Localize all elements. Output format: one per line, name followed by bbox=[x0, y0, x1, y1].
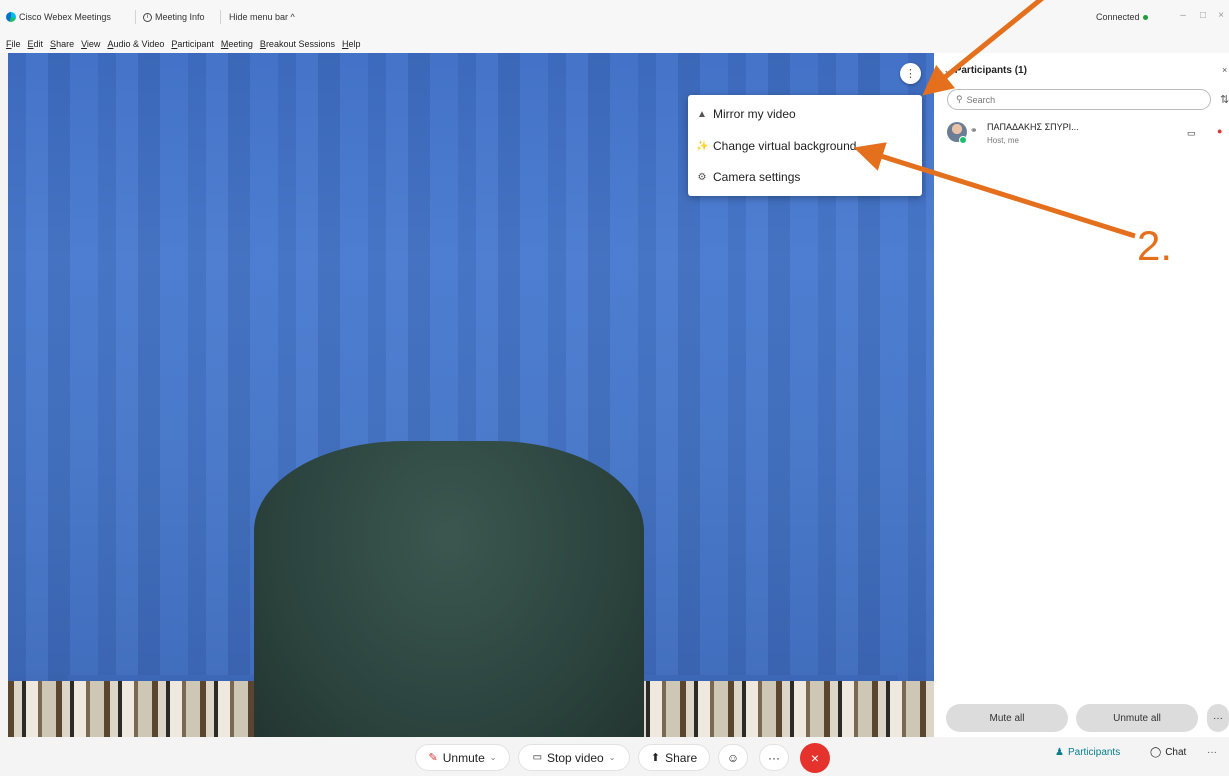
menu-help[interactable]: Help bbox=[342, 39, 361, 49]
close-panel-icon[interactable]: × bbox=[1222, 65, 1227, 75]
webex-logo-icon bbox=[6, 12, 16, 22]
muted-mic-icon: ● bbox=[1217, 126, 1223, 136]
participants-panel-header[interactable]: ⌄ Participants (1) bbox=[944, 65, 1027, 76]
chat-label: Chat bbox=[1165, 747, 1187, 758]
gear-icon: ⚙ bbox=[697, 171, 707, 183]
menu-item-label: Mirror my video bbox=[713, 107, 796, 121]
connection-status: Connected bbox=[1096, 12, 1148, 22]
more-vertical-icon: ⋮ bbox=[905, 68, 916, 80]
annotation-step-label: 2. bbox=[1137, 222, 1173, 269]
end-meeting-button[interactable]: × bbox=[800, 743, 830, 773]
chevron-down-icon: ⌄ bbox=[944, 66, 951, 75]
chat-button[interactable]: ◯ Chat bbox=[1150, 747, 1186, 758]
meeting-control-bar: ✎ Unmute ⌄ ▭ Stop video ⌄ ⬆ Share ☺ ··· … bbox=[0, 737, 1229, 776]
menu-item-mirror-video[interactable]: ▲ Mirror my video bbox=[696, 107, 796, 121]
minimize-icon[interactable]: – bbox=[1175, 10, 1191, 21]
magic-wand-icon: ✨ bbox=[696, 140, 709, 152]
participant-row[interactable]: ⚭ ΠΑΠΑΔΑΚΗΣ ΣΠΥΡΙ... Host, me ▭ ● bbox=[947, 119, 1227, 149]
close-icon: × bbox=[810, 750, 820, 766]
share-button[interactable]: ⬆ Share bbox=[638, 744, 710, 771]
menu-breakout-sessions[interactable]: Breakout Sessions bbox=[260, 39, 335, 49]
menu-audio-video[interactable]: Audio & Video bbox=[107, 39, 164, 49]
more-horizontal-icon: ··· bbox=[768, 750, 780, 765]
unmute-button[interactable]: ✎ Unmute ⌄ bbox=[415, 744, 510, 771]
sort-icon[interactable]: ⇅ bbox=[1220, 93, 1229, 106]
camera-icon: ▭ bbox=[1187, 128, 1196, 138]
participants-panel: ⌄ Participants (1) × ⚲ Search ⇅ ⚭ ΠΑΠΑΔΑ… bbox=[934, 53, 1229, 737]
video-options-menu: ▲ Mirror my video ✨ Change virtual backg… bbox=[688, 95, 922, 196]
chair bbox=[254, 441, 644, 737]
emoji-icon: ☺ bbox=[726, 750, 740, 765]
menu-edit[interactable]: Edit bbox=[28, 39, 44, 49]
menu-participant[interactable]: Participant bbox=[171, 39, 214, 49]
more-options-button[interactable]: ··· bbox=[759, 744, 789, 771]
menu-meeting[interactable]: Meeting bbox=[221, 39, 253, 49]
stop-video-button[interactable]: ▭ Stop video ⌄ bbox=[518, 744, 630, 771]
close-window-icon[interactable]: × bbox=[1213, 10, 1229, 21]
participant-search-input[interactable]: ⚲ Search bbox=[947, 89, 1211, 110]
chat-bubble-icon: ◯ bbox=[1150, 747, 1162, 758]
menu-bar: File Edit Share View Audio & Video Parti… bbox=[0, 34, 1229, 53]
info-icon: i bbox=[143, 12, 152, 22]
video-options-button[interactable]: ⋮ bbox=[900, 63, 921, 84]
menu-file[interactable]: File bbox=[6, 39, 21, 49]
maximize-icon[interactable]: □ bbox=[1195, 10, 1211, 21]
participants-label: Participants bbox=[1067, 747, 1121, 758]
meeting-info-label: Meeting Info bbox=[155, 12, 205, 22]
title-bar: Cisco Webex Meetings i Meeting Info Hide… bbox=[0, 0, 1229, 34]
headset-icon: ⚭ bbox=[970, 125, 978, 135]
people-icon: ♟ bbox=[1055, 747, 1064, 758]
stop-video-label: Stop video bbox=[547, 750, 604, 765]
webex-meeting-window: Cisco Webex Meetings i Meeting Info Hide… bbox=[0, 0, 1229, 776]
unmute-all-button[interactable]: Unmute all bbox=[1076, 704, 1198, 732]
connection-status-label: Connected bbox=[1096, 12, 1140, 22]
unmute-label: Unmute bbox=[442, 750, 485, 765]
mirror-icon: ▲ bbox=[697, 108, 707, 120]
participants-button[interactable]: ♟ Participants bbox=[1055, 747, 1120, 758]
mic-muted-icon: ✎ bbox=[428, 752, 438, 764]
menu-item-label: Camera settings bbox=[713, 170, 801, 184]
participants-panel-title: Participants (1) bbox=[954, 65, 1027, 76]
chevron-down-icon: ⌄ bbox=[608, 753, 616, 762]
mute-all-label: Mute all bbox=[989, 712, 1025, 724]
search-icon: ⚲ bbox=[956, 94, 963, 104]
share-icon: ⬆ bbox=[650, 752, 661, 764]
hide-menu-bar-button[interactable]: Hide menu bar ^ bbox=[229, 12, 295, 22]
connected-dot-icon bbox=[1142, 14, 1148, 20]
right-more-button[interactable]: ··· bbox=[1207, 747, 1217, 758]
search-placeholder: Search bbox=[966, 94, 996, 105]
menu-view[interactable]: View bbox=[81, 39, 100, 49]
menu-share[interactable]: Share bbox=[50, 39, 74, 49]
participant-role: Host, me bbox=[987, 136, 1020, 145]
more-horizontal-icon: ··· bbox=[1213, 712, 1223, 724]
menu-item-label: Change virtual background bbox=[713, 139, 857, 153]
presence-badge bbox=[959, 136, 967, 144]
reactions-button[interactable]: ☺ bbox=[718, 744, 748, 771]
unmute-all-label: Unmute all bbox=[1113, 712, 1161, 724]
more-horizontal-icon: ··· bbox=[1207, 747, 1217, 758]
video-camera-icon: ▭ bbox=[532, 752, 543, 763]
menu-item-camera-settings[interactable]: ⚙ Camera settings bbox=[696, 170, 801, 184]
panel-more-button[interactable]: ··· bbox=[1207, 704, 1229, 732]
meeting-info-button[interactable]: i Meeting Info bbox=[143, 12, 205, 22]
app-title: Cisco Webex Meetings bbox=[6, 12, 111, 22]
share-label: Share bbox=[665, 750, 698, 765]
chevron-down-icon: ⌄ bbox=[489, 753, 497, 762]
menu-item-change-virtual-background[interactable]: ✨ Change virtual background bbox=[696, 139, 856, 153]
hide-menu-bar-label: Hide menu bar ^ bbox=[229, 12, 295, 22]
mute-all-button[interactable]: Mute all bbox=[946, 704, 1068, 732]
participant-name: ΠΑΠΑΔΑΚΗΣ ΣΠΥΡΙ... bbox=[987, 122, 1079, 132]
app-name: Cisco Webex Meetings bbox=[19, 12, 111, 22]
